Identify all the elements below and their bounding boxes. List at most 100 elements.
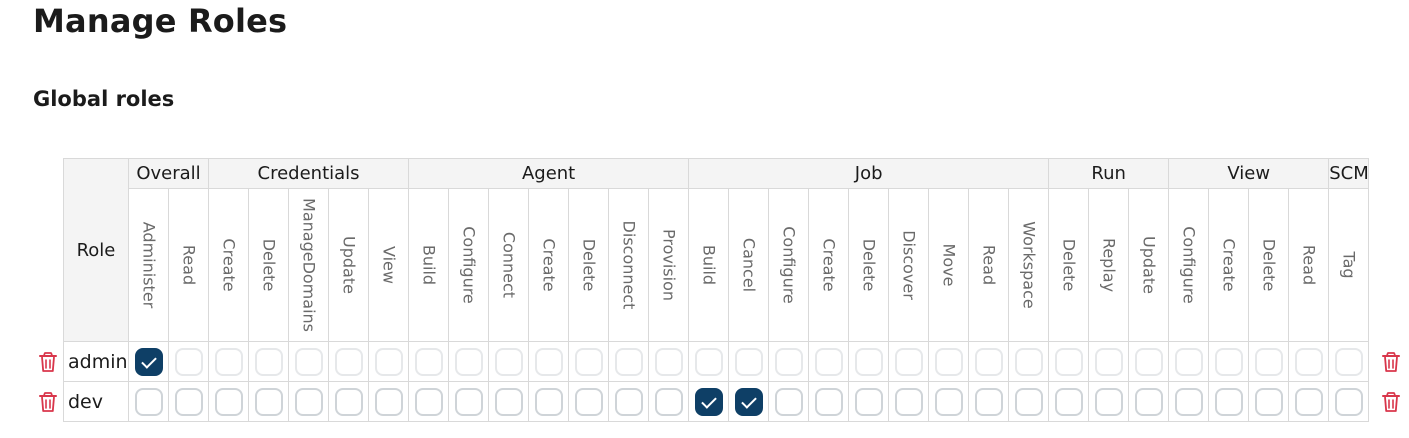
permission-checkbox-admin-overall-administer[interactable] — [134, 347, 163, 376]
permission-label: Read — [1299, 244, 1319, 286]
permission-checkbox-admin-agent-configure[interactable] — [454, 347, 483, 376]
role-column-header: Role — [63, 158, 129, 342]
permission-header-credentials-view: View — [368, 188, 410, 342]
permission-checkbox-admin-job-build[interactable] — [694, 347, 723, 376]
permission-checkbox-admin-agent-build[interactable] — [414, 347, 443, 376]
permission-checkbox-admin-agent-disconnect[interactable] — [614, 347, 643, 376]
permission-checkbox-dev-overall-read[interactable] — [174, 387, 203, 416]
permission-checkbox-dev-run-replay[interactable] — [1094, 387, 1123, 416]
permission-checkbox-admin-run-delete[interactable] — [1054, 347, 1083, 376]
delete-role-admin-right-trash-icon[interactable] — [1381, 351, 1401, 373]
permission-label: Delete — [1259, 238, 1279, 292]
permission-checkbox-admin-run-update[interactable] — [1134, 347, 1163, 376]
permission-label: Discover — [899, 230, 919, 300]
permission-checkbox-dev-agent-disconnect[interactable] — [614, 387, 643, 416]
permission-checkbox-dev-view-delete[interactable] — [1254, 387, 1283, 416]
permission-checkbox-dev-job-create[interactable] — [814, 387, 843, 416]
group-header-agent: Agent — [408, 158, 690, 189]
permission-header-agent-configure: Configure — [448, 188, 490, 342]
permission-checkbox-admin-job-cancel[interactable] — [734, 347, 763, 376]
permission-header-agent-connect: Connect — [488, 188, 530, 342]
permission-checkbox-admin-view-read[interactable] — [1294, 347, 1323, 376]
permission-checkbox-admin-job-read[interactable] — [974, 347, 1003, 376]
delete-role-admin-left-trash-icon[interactable] — [38, 351, 58, 373]
permission-checkbox-admin-job-delete[interactable] — [854, 347, 883, 376]
permission-checkbox-admin-agent-delete[interactable] — [574, 347, 603, 376]
permission-checkbox-admin-job-configure[interactable] — [774, 347, 803, 376]
permission-cell — [648, 381, 690, 422]
permission-cell — [1288, 341, 1330, 382]
permission-cell — [167, 341, 210, 382]
permission-checkbox-dev-agent-connect[interactable] — [494, 387, 523, 416]
permission-checkbox-admin-agent-connect[interactable] — [494, 347, 523, 376]
permission-checkbox-dev-job-read[interactable] — [974, 387, 1003, 416]
permission-cell — [688, 341, 730, 382]
permission-checkbox-dev-overall-administer[interactable] — [134, 387, 163, 416]
permission-cell — [1248, 341, 1290, 382]
group-header-run: Run — [1048, 158, 1170, 189]
permission-checkbox-dev-job-delete[interactable] — [854, 387, 883, 416]
permission-checkbox-admin-credentials-managedomains[interactable] — [294, 347, 323, 376]
permission-checkbox-admin-agent-provision[interactable] — [654, 347, 683, 376]
permission-checkbox-dev-scm-tag[interactable] — [1334, 387, 1363, 416]
permission-cell — [408, 381, 450, 422]
permission-checkbox-dev-view-configure[interactable] — [1174, 387, 1203, 416]
permission-cell — [568, 381, 610, 422]
permission-checkbox-dev-credentials-managedomains[interactable] — [294, 387, 323, 416]
permission-header-job-move: Move — [928, 188, 970, 342]
permission-checkbox-dev-credentials-create[interactable] — [214, 387, 243, 416]
permission-checkbox-dev-run-delete[interactable] — [1054, 387, 1083, 416]
delete-role-dev-left-trash-icon[interactable] — [38, 391, 58, 413]
permission-cell — [968, 381, 1010, 422]
permission-checkbox-dev-view-create[interactable] — [1214, 387, 1243, 416]
permission-checkbox-dev-job-configure[interactable] — [774, 387, 803, 416]
permission-checkbox-admin-agent-create[interactable] — [534, 347, 563, 376]
permission-cell — [368, 381, 410, 422]
permission-checkbox-admin-credentials-create[interactable] — [214, 347, 243, 376]
permission-checkbox-admin-credentials-delete[interactable] — [254, 347, 283, 376]
role-name: admin — [63, 341, 129, 382]
permission-checkbox-admin-view-configure[interactable] — [1174, 347, 1203, 376]
group-header-scm: SCM — [1328, 158, 1370, 189]
permission-checkbox-dev-agent-provision[interactable] — [654, 387, 683, 416]
permission-checkbox-admin-scm-tag[interactable] — [1334, 347, 1363, 376]
permission-checkbox-admin-run-replay[interactable] — [1094, 347, 1123, 376]
permission-checkbox-dev-agent-create[interactable] — [534, 387, 563, 416]
permission-checkbox-admin-job-discover[interactable] — [894, 347, 923, 376]
permission-label: Replay — [1099, 237, 1119, 293]
permission-cell — [1208, 381, 1250, 422]
permission-checkbox-dev-job-move[interactable] — [934, 387, 963, 416]
permission-checkbox-admin-job-create[interactable] — [814, 347, 843, 376]
permission-checkbox-dev-job-discover[interactable] — [894, 387, 923, 416]
permission-checkbox-admin-view-create[interactable] — [1214, 347, 1243, 376]
delete-role-dev-right-trash-icon[interactable] — [1381, 391, 1401, 413]
permission-label: Create — [819, 238, 839, 292]
permission-header-agent-provision: Provision — [648, 188, 690, 342]
permission-checkbox-dev-view-read[interactable] — [1294, 387, 1323, 416]
permission-cell — [1288, 381, 1330, 422]
permission-cell — [1088, 381, 1130, 422]
permission-checkbox-admin-job-workspace[interactable] — [1014, 347, 1043, 376]
permission-checkbox-admin-job-move[interactable] — [934, 347, 963, 376]
permission-label: Build — [419, 244, 439, 286]
permission-checkbox-dev-credentials-view[interactable] — [374, 387, 403, 416]
permission-checkbox-dev-job-cancel[interactable] — [734, 387, 763, 416]
permission-header-job-delete: Delete — [848, 188, 890, 342]
permission-checkbox-admin-credentials-update[interactable] — [334, 347, 363, 376]
permission-checkbox-dev-credentials-delete[interactable] — [254, 387, 283, 416]
permission-checkbox-admin-overall-read[interactable] — [174, 347, 203, 376]
permission-cell — [408, 341, 450, 382]
permission-checkbox-admin-view-delete[interactable] — [1254, 347, 1283, 376]
permission-cell — [848, 341, 890, 382]
permission-cell — [608, 381, 650, 422]
permission-label: Move — [939, 243, 959, 287]
permission-checkbox-dev-credentials-update[interactable] — [334, 387, 363, 416]
permission-checkbox-admin-credentials-view[interactable] — [374, 347, 403, 376]
permission-checkbox-dev-agent-delete[interactable] — [574, 387, 603, 416]
role-name: dev — [63, 381, 129, 422]
permission-checkbox-dev-job-build[interactable] — [694, 387, 723, 416]
permission-checkbox-dev-job-workspace[interactable] — [1014, 387, 1043, 416]
permission-checkbox-dev-agent-configure[interactable] — [454, 387, 483, 416]
permission-checkbox-dev-agent-build[interactable] — [414, 387, 443, 416]
permission-checkbox-dev-run-update[interactable] — [1134, 387, 1163, 416]
